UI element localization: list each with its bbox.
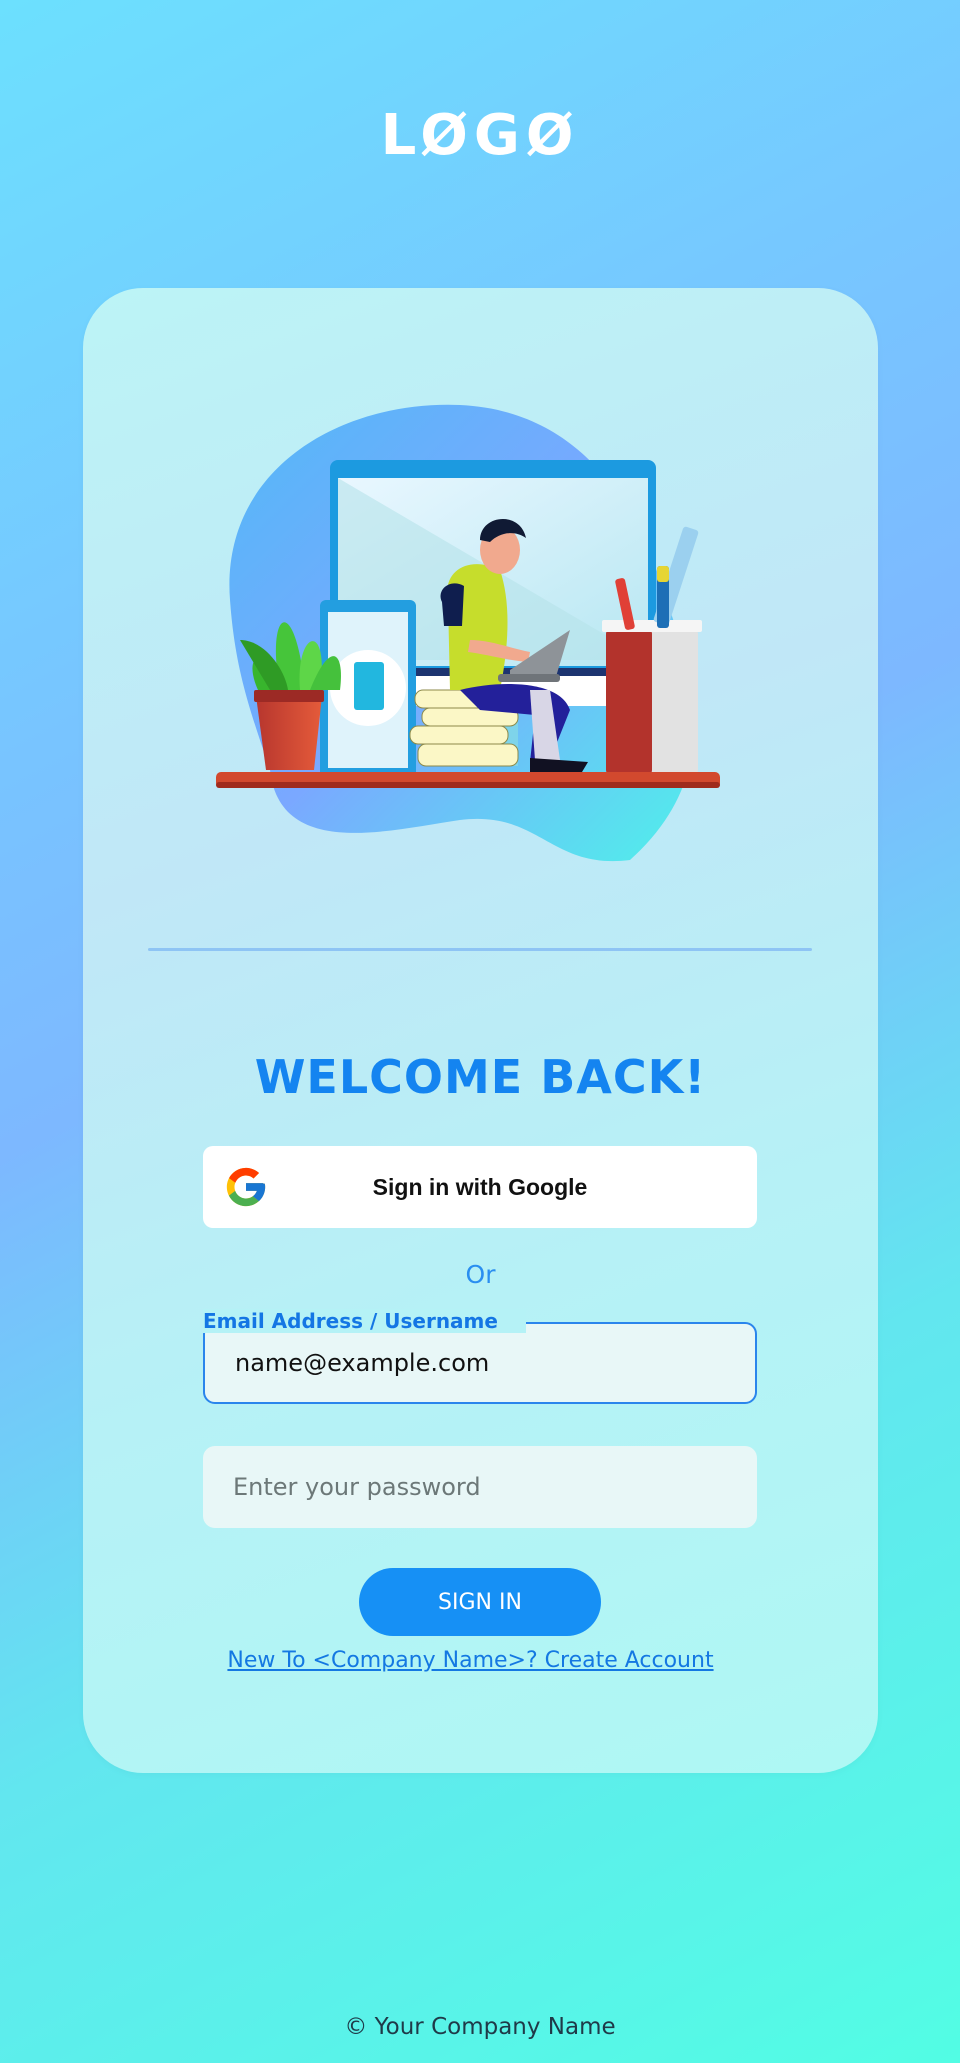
page-title: WELCOME BACK! <box>254 1050 707 1104</box>
footer-copyright: © Your Company Name <box>344 2014 616 2040</box>
google-signin-button[interactable]: Sign in with Google <box>203 1146 757 1228</box>
password-field[interactable] <box>203 1446 757 1528</box>
create-account-link[interactable]: New To <Company Name>? Create Account <box>83 1648 858 1673</box>
sign-in-button[interactable]: SIGN IN <box>359 1568 601 1636</box>
logo: LØGØ <box>380 103 580 168</box>
email-field[interactable] <box>203 1322 757 1404</box>
google-signin-label: Sign in with Google <box>372 1174 588 1200</box>
person-working-on-laptop-illustration <box>216 404 720 862</box>
divider <box>148 948 812 951</box>
or-separator: Or <box>465 1260 496 1289</box>
email-field-label: Email Address / Username <box>203 1309 526 1333</box>
